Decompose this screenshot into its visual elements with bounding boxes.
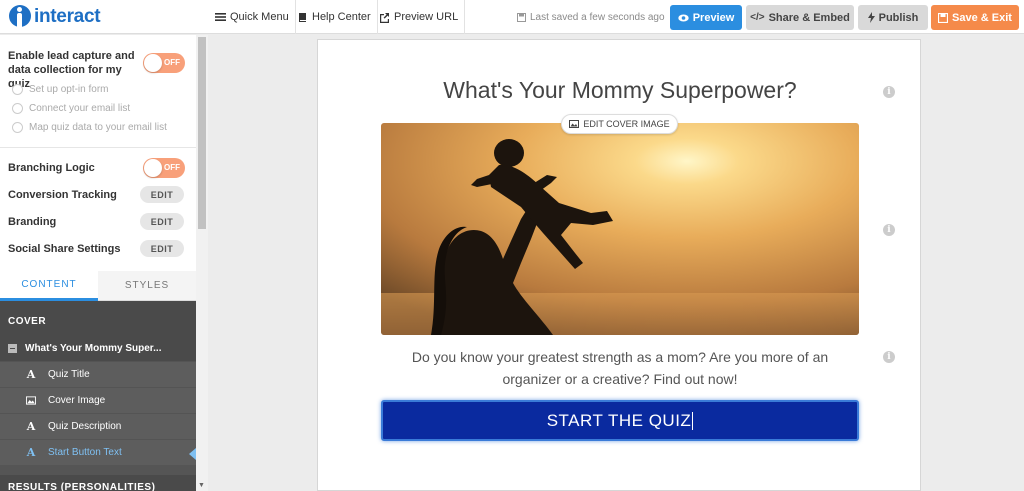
interact-logo[interactable]: interact [8, 4, 101, 30]
connect-email-option[interactable]: Connect your email list [12, 103, 130, 114]
eye-icon [678, 14, 689, 21]
publish-label: Publish [878, 11, 919, 24]
code-icon: </> [750, 12, 765, 23]
divider [0, 147, 196, 148]
branching-logic-label: Branching Logic [8, 162, 95, 174]
tree-item-quiz-title[interactable]: A Quiz Title [0, 361, 196, 387]
lead-capture-toggle[interactable]: OFF [143, 53, 185, 73]
radio-icon [12, 84, 23, 95]
tree-item-start-button-text[interactable]: A Start Button Text [0, 439, 196, 465]
preview-button[interactable]: Preview [670, 5, 742, 30]
collapse-icon[interactable] [8, 343, 17, 353]
conversion-tracking-label: Conversion Tracking [8, 189, 117, 201]
tree-item-label: Cover Image [48, 395, 106, 406]
tab-content[interactable]: CONTENT [0, 271, 98, 301]
logo-text: interact [34, 6, 101, 27]
radio-icon [12, 122, 23, 133]
start-button-label: START THE QUIZ [546, 410, 692, 430]
book-icon [299, 12, 306, 22]
text-icon: A [26, 420, 36, 433]
tree-item-label: Quiz Description [48, 421, 122, 432]
image-icon [569, 120, 580, 128]
panel-tabs: CONTENT STYLES [0, 271, 196, 301]
info-icon[interactable]: i [883, 86, 895, 98]
branding-label: Branding [8, 216, 57, 228]
branching-logic-toggle[interactable]: OFF [143, 158, 185, 178]
bolt-icon [867, 12, 875, 23]
image-icon [26, 396, 36, 405]
info-icon[interactable]: i [883, 351, 895, 363]
logo-icon [8, 4, 32, 30]
tree-item-cover-image[interactable]: Cover Image [0, 387, 196, 413]
save-exit-button[interactable]: Save & Exit [931, 5, 1019, 30]
social-share-edit-button[interactable]: EDIT [140, 240, 184, 257]
preview-url-link[interactable]: Preview URL [373, 0, 466, 34]
scroll-down-icon[interactable]: ▼ [198, 482, 205, 489]
floppy-icon [517, 12, 526, 22]
active-indicator [189, 448, 196, 460]
social-share-label: Social Share Settings [8, 243, 121, 255]
quiz-canvas: What's Your Mommy Superpower? i EDIT COV… [317, 39, 921, 491]
toggle-state: OFF [164, 58, 180, 67]
toggle-knob [144, 159, 162, 177]
edit-cover-label: EDIT COVER IMAGE [583, 119, 670, 129]
external-link-icon [380, 12, 389, 23]
share-embed-button[interactable]: </> Share & Embed [746, 5, 854, 30]
map-quiz-data-option[interactable]: Map quiz data to your email list [12, 122, 167, 133]
quick-menu-button[interactable]: Quick Menu [209, 0, 296, 34]
scrollbar-thumb[interactable] [198, 37, 206, 229]
conversion-edit-button[interactable]: EDIT [140, 186, 184, 203]
edit-cover-image-button[interactable]: EDIT COVER IMAGE [561, 114, 678, 134]
info-icon[interactable]: i [883, 224, 895, 236]
results-section-header[interactable]: RESULTS (PERSONALITIES) [0, 475, 196, 491]
toggle-state: OFF [164, 163, 180, 172]
save-exit-label: Save & Exit [952, 11, 1012, 24]
quick-menu-label: Quick Menu [230, 11, 289, 23]
quiz-title[interactable]: What's Your Mommy Superpower? [318, 77, 922, 104]
help-center-label: Help Center [312, 11, 371, 23]
toggle-knob [144, 54, 162, 72]
text-icon: A [26, 446, 36, 459]
settings-panel: Enable lead capture and data collection … [0, 35, 208, 491]
quiz-node-label: What's Your Mommy Super... [25, 342, 162, 354]
share-label: Share & Embed [768, 11, 850, 24]
preview-label: Preview [692, 11, 735, 24]
content-tree: COVER What's Your Mommy Super... A Quiz … [0, 301, 196, 491]
tab-styles[interactable]: STYLES [98, 271, 196, 301]
quiz-node[interactable]: What's Your Mommy Super... [0, 335, 196, 361]
option-label: Connect your email list [29, 103, 131, 114]
opt-in-form-option[interactable]: Set up opt-in form [12, 84, 108, 95]
top-bar: interact Quick Menu Help Center Preview … [0, 0, 1024, 34]
cover-image[interactable] [381, 123, 859, 335]
tree-item-label: Quiz Title [48, 369, 90, 380]
start-quiz-button[interactable]: START THE QUIZ [381, 400, 859, 441]
preview-url-label: Preview URL [394, 11, 459, 23]
tree-item-label: Start Button Text [48, 447, 122, 458]
save-status-text: Last saved a few seconds ago [530, 11, 665, 23]
tree-item-quiz-description[interactable]: A Quiz Description [0, 413, 196, 439]
radio-icon [12, 103, 23, 114]
text-icon: A [26, 368, 36, 381]
help-center-link[interactable]: Help Center [292, 0, 378, 34]
save-status: Last saved a few seconds ago [517, 0, 665, 34]
text-cursor [692, 411, 694, 430]
branding-edit-button[interactable]: EDIT [140, 213, 184, 230]
option-label: Set up opt-in form [29, 84, 109, 95]
panel-scrollbar[interactable]: ▼ [196, 35, 208, 491]
publish-button[interactable]: Publish [858, 5, 928, 30]
option-label: Map quiz data to your email list [29, 122, 167, 133]
floppy-icon [938, 12, 949, 23]
quiz-description[interactable]: Do you know your greatest strength as a … [381, 346, 859, 390]
hamburger-icon [215, 13, 226, 21]
